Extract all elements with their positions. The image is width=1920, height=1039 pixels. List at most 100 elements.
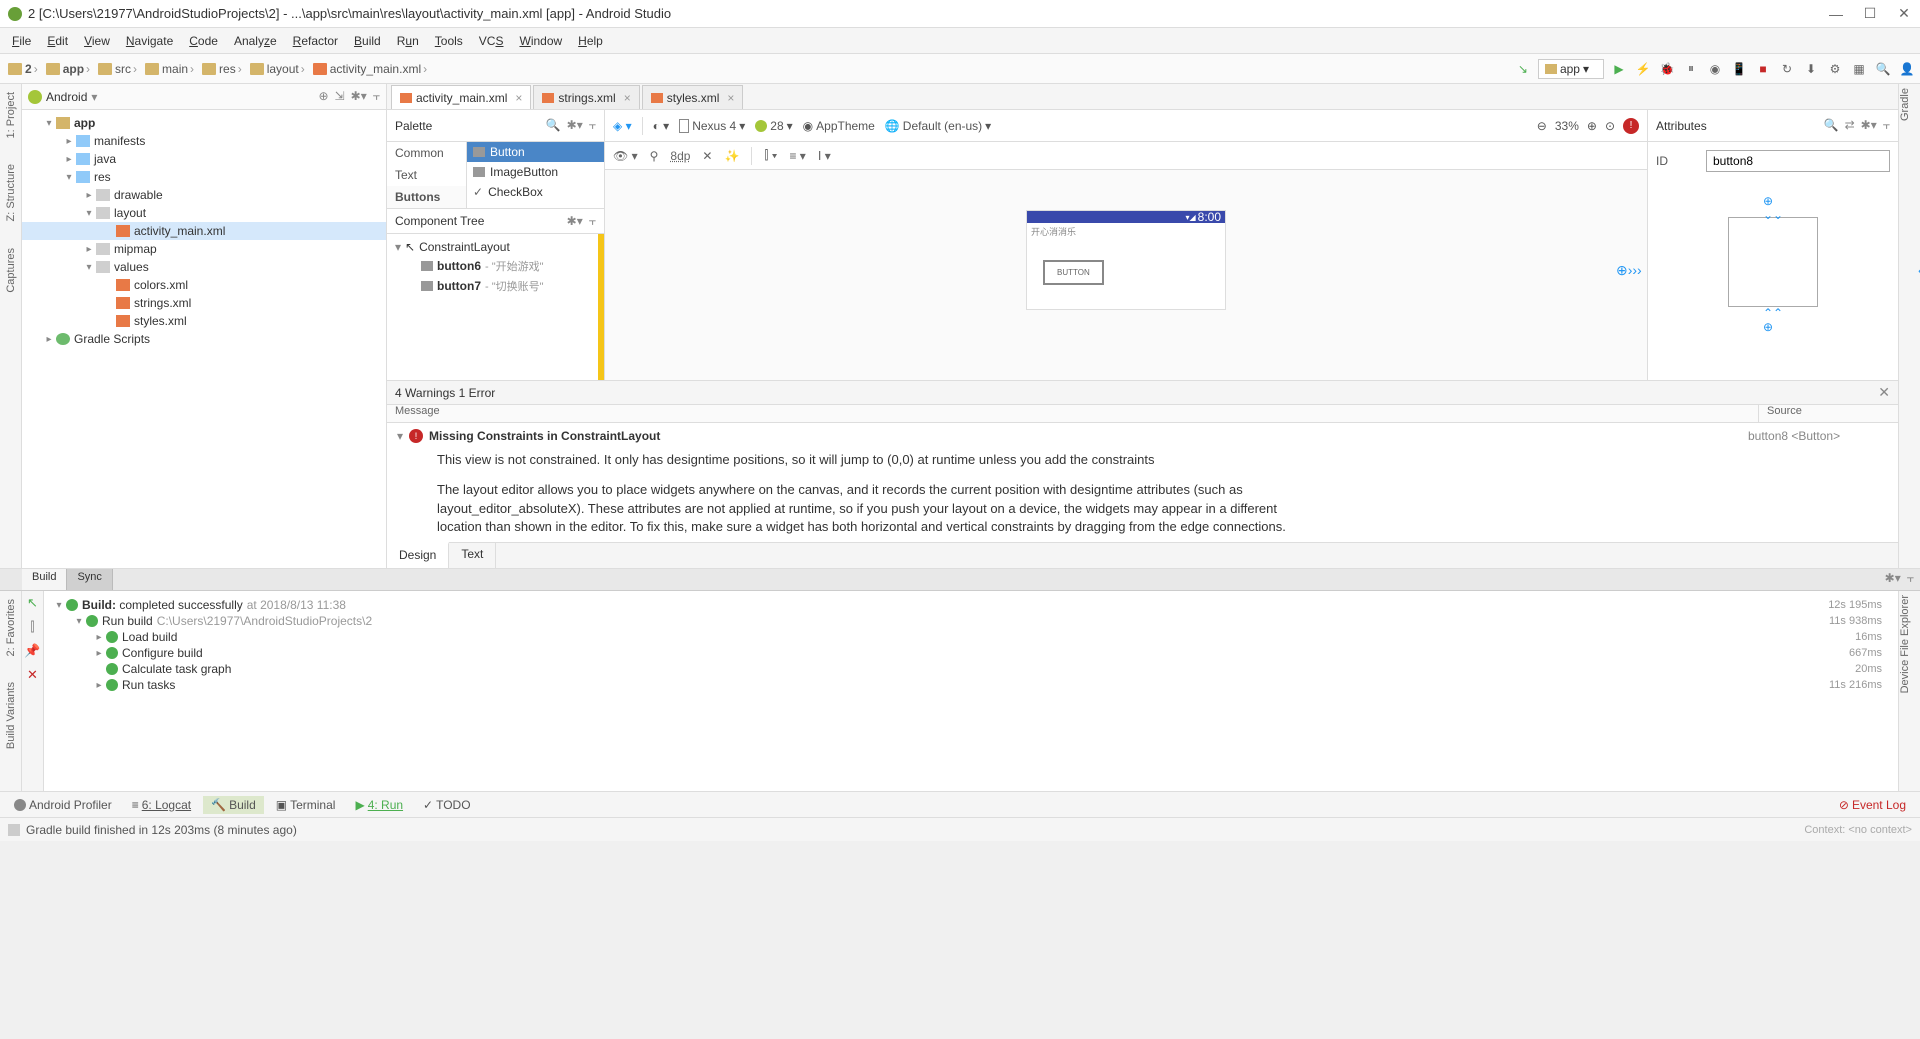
close-tab-icon[interactable]: × <box>624 91 631 105</box>
tree-manifests[interactable]: ▸manifests <box>22 132 386 150</box>
tree-gradle[interactable]: ▸Gradle Scripts <box>22 330 386 348</box>
tab-text[interactable]: Text <box>449 543 496 568</box>
menu-edit[interactable]: Edit <box>39 34 76 48</box>
design-surface-icon[interactable]: ◈ ▾ <box>613 119 632 133</box>
palette-cat-text[interactable]: Text <box>387 164 466 186</box>
debug-icon[interactable]: 🐞 <box>1658 60 1676 78</box>
api-selector[interactable]: 28 ▾ <box>755 119 792 133</box>
zoom-out-icon[interactable]: ⊖ <box>1537 119 1547 133</box>
minimize-button[interactable]: — <box>1828 6 1844 22</box>
search-icon[interactable]: 🔍 <box>1874 60 1892 78</box>
sdk-icon[interactable]: ⬇ <box>1802 60 1820 78</box>
project-tree[interactable]: ▾app ▸manifests ▸java ▾res ▸drawable ▾la… <box>22 110 386 568</box>
menu-build[interactable]: Build <box>346 34 389 48</box>
palette-hide-icon[interactable]: ⫟ <box>589 118 596 133</box>
build-run[interactable]: ▾Run buildC:\Users\21977\AndroidStudioPr… <box>52 613 1890 629</box>
theme-selector[interactable]: ◉ AppTheme <box>803 119 875 133</box>
tool-event-log[interactable]: ⊘ Event Log <box>1831 796 1914 814</box>
build-configure[interactable]: ▸Configure build667ms <box>52 645 1890 661</box>
tool-terminal[interactable]: ▣ Terminal <box>268 796 344 814</box>
tool-build[interactable]: 🔨 Build <box>203 796 264 814</box>
make-icon[interactable]: ↘ <box>1514 60 1532 78</box>
breadcrumb-app[interactable]: app <box>42 62 94 76</box>
close-issues-icon[interactable]: ✕ <box>1878 384 1890 401</box>
menu-view[interactable]: View <box>76 34 118 48</box>
attr-id-input[interactable] <box>1706 150 1890 172</box>
settings-icon[interactable]: ✱▾ <box>351 89 367 104</box>
ctree-button6[interactable]: button6 - "开始游戏" <box>391 256 594 276</box>
locale-selector[interactable]: 🌐 Default (en-us) ▾ <box>885 119 991 133</box>
build-tasks[interactable]: ▸Run tasks11s 216ms <box>52 677 1890 693</box>
tab-design[interactable]: Design <box>387 542 449 568</box>
tree-java[interactable]: ▸java <box>22 150 386 168</box>
tool-gradle[interactable]: Gradle <box>1899 84 1911 129</box>
tree-res[interactable]: ▾res <box>22 168 386 186</box>
tool-captures[interactable]: Captures <box>5 244 17 297</box>
build-calc[interactable]: Calculate task graph20ms <box>52 661 1890 677</box>
menu-tools[interactable]: Tools <box>427 34 471 48</box>
ctree-settings-icon[interactable]: ✱▾ <box>567 214 583 229</box>
attr-hide-icon[interactable]: ⫟ <box>1883 118 1890 133</box>
tree-values[interactable]: ▾values <box>22 258 386 276</box>
default-margin[interactable]: 8dp <box>670 149 690 163</box>
tree-colors[interactable]: colors.xml <box>22 276 386 294</box>
build-output[interactable]: ▾Build: completed successfullyat 2018/8/… <box>44 591 1898 791</box>
tree-drawable[interactable]: ▸drawable <box>22 186 386 204</box>
build-tab-build[interactable]: Build <box>22 569 67 590</box>
breadcrumb-layout[interactable]: layout <box>246 62 309 76</box>
tree-app[interactable]: ▾app <box>22 114 386 132</box>
zoom-in-icon[interactable]: ⊕ <box>1587 119 1597 133</box>
build-settings-icon[interactable]: ✱▾ <box>1885 571 1901 588</box>
palette-cat-buttons[interactable]: Buttons <box>387 186 466 208</box>
ctree-hide-icon[interactable]: ⫟ <box>589 214 596 229</box>
tree-strings[interactable]: strings.xml <box>22 294 386 312</box>
attr-settings-icon[interactable]: ✱▾ <box>1861 118 1877 133</box>
menu-window[interactable]: Window <box>511 34 570 48</box>
menu-help[interactable]: Help <box>570 34 611 48</box>
build-close-icon[interactable]: ✕ <box>27 667 38 683</box>
menu-refactor[interactable]: Refactor <box>285 34 346 48</box>
add-icon[interactable]: ⊕ <box>319 89 329 104</box>
status-icon[interactable] <box>8 824 20 836</box>
ctree-root[interactable]: ▾↖ConstraintLayout <box>391 238 594 256</box>
layout-inspector-icon[interactable]: ▦ <box>1850 60 1868 78</box>
maximize-button[interactable]: ☐ <box>1862 6 1878 22</box>
clear-constraints-icon[interactable]: ✕ <box>702 149 712 163</box>
breadcrumb-root[interactable]: 2 <box>4 62 42 76</box>
issue-row[interactable]: ▾! Missing Constraints in ConstraintLayo… <box>397 429 1748 443</box>
palette-settings-icon[interactable]: ✱▾ <box>567 118 583 133</box>
tool-android-profiler[interactable]: Android Profiler <box>6 796 120 814</box>
tool-todo[interactable]: ✓ TODO <box>415 796 479 814</box>
breadcrumb-file[interactable]: activity_main.xml <box>309 62 431 76</box>
tool-structure[interactable]: Z: Structure <box>5 160 17 225</box>
attr-search-icon[interactable]: 🔍 <box>1824 118 1839 133</box>
phone-button-widget[interactable]: BUTTON <box>1043 260 1104 285</box>
collapse-icon[interactable]: ⇲ <box>335 89 345 104</box>
constraint-left-icon[interactable]: ⊕››› <box>1616 262 1628 274</box>
tool-project[interactable]: 1: Project <box>5 88 17 142</box>
user-icon[interactable]: 👤 <box>1898 60 1916 78</box>
run-icon[interactable]: ▶ <box>1610 60 1628 78</box>
build-root[interactable]: ▾Build: completed successfullyat 2018/8/… <box>52 597 1890 613</box>
tree-styles[interactable]: styles.xml <box>22 312 386 330</box>
profile-icon[interactable]: ⏸ <box>1682 60 1700 78</box>
editor-tab-activity-main[interactable]: activity_main.xml× <box>391 85 531 109</box>
attach-debugger-icon[interactable]: ◉ <box>1706 60 1724 78</box>
guideline-icon[interactable]: Ⅰ ▾ <box>818 149 831 163</box>
component-tree[interactable]: ▾↖ConstraintLayout button6 - "开始游戏" butt… <box>387 234 598 380</box>
constraint-bottom-icon[interactable]: ⌃⌃⊕ <box>1763 306 1783 334</box>
close-tab-icon[interactable]: × <box>727 91 734 105</box>
menu-navigate[interactable]: Navigate <box>118 34 181 48</box>
attr-filter-icon[interactable]: ⇄ <box>1845 118 1855 133</box>
breadcrumb-src[interactable]: src <box>94 62 141 76</box>
pack-icon[interactable]: ⫿ ▾ <box>764 148 777 163</box>
autoconnect-icon[interactable]: ⚲ <box>650 149 659 163</box>
build-hide-icon[interactable]: ⫟ <box>1907 571 1914 588</box>
design-canvas[interactable]: ▾◢ 8:00 开心消消乐 BUTTON <box>605 170 1647 380</box>
editor-tab-strings[interactable]: strings.xml× <box>533 85 639 109</box>
constraint-diagram[interactable]: ⊕››› ⊕⌄⌄ ⌃⌃⊕ ‹‹‹⊕ <box>1656 192 1890 332</box>
tree-activity-main[interactable]: activity_main.xml <box>22 222 386 240</box>
hide-icon[interactable]: ⫟ <box>373 89 380 104</box>
structure-icon[interactable]: ⚙ <box>1826 60 1844 78</box>
build-tab-sync[interactable]: Sync <box>67 569 112 590</box>
